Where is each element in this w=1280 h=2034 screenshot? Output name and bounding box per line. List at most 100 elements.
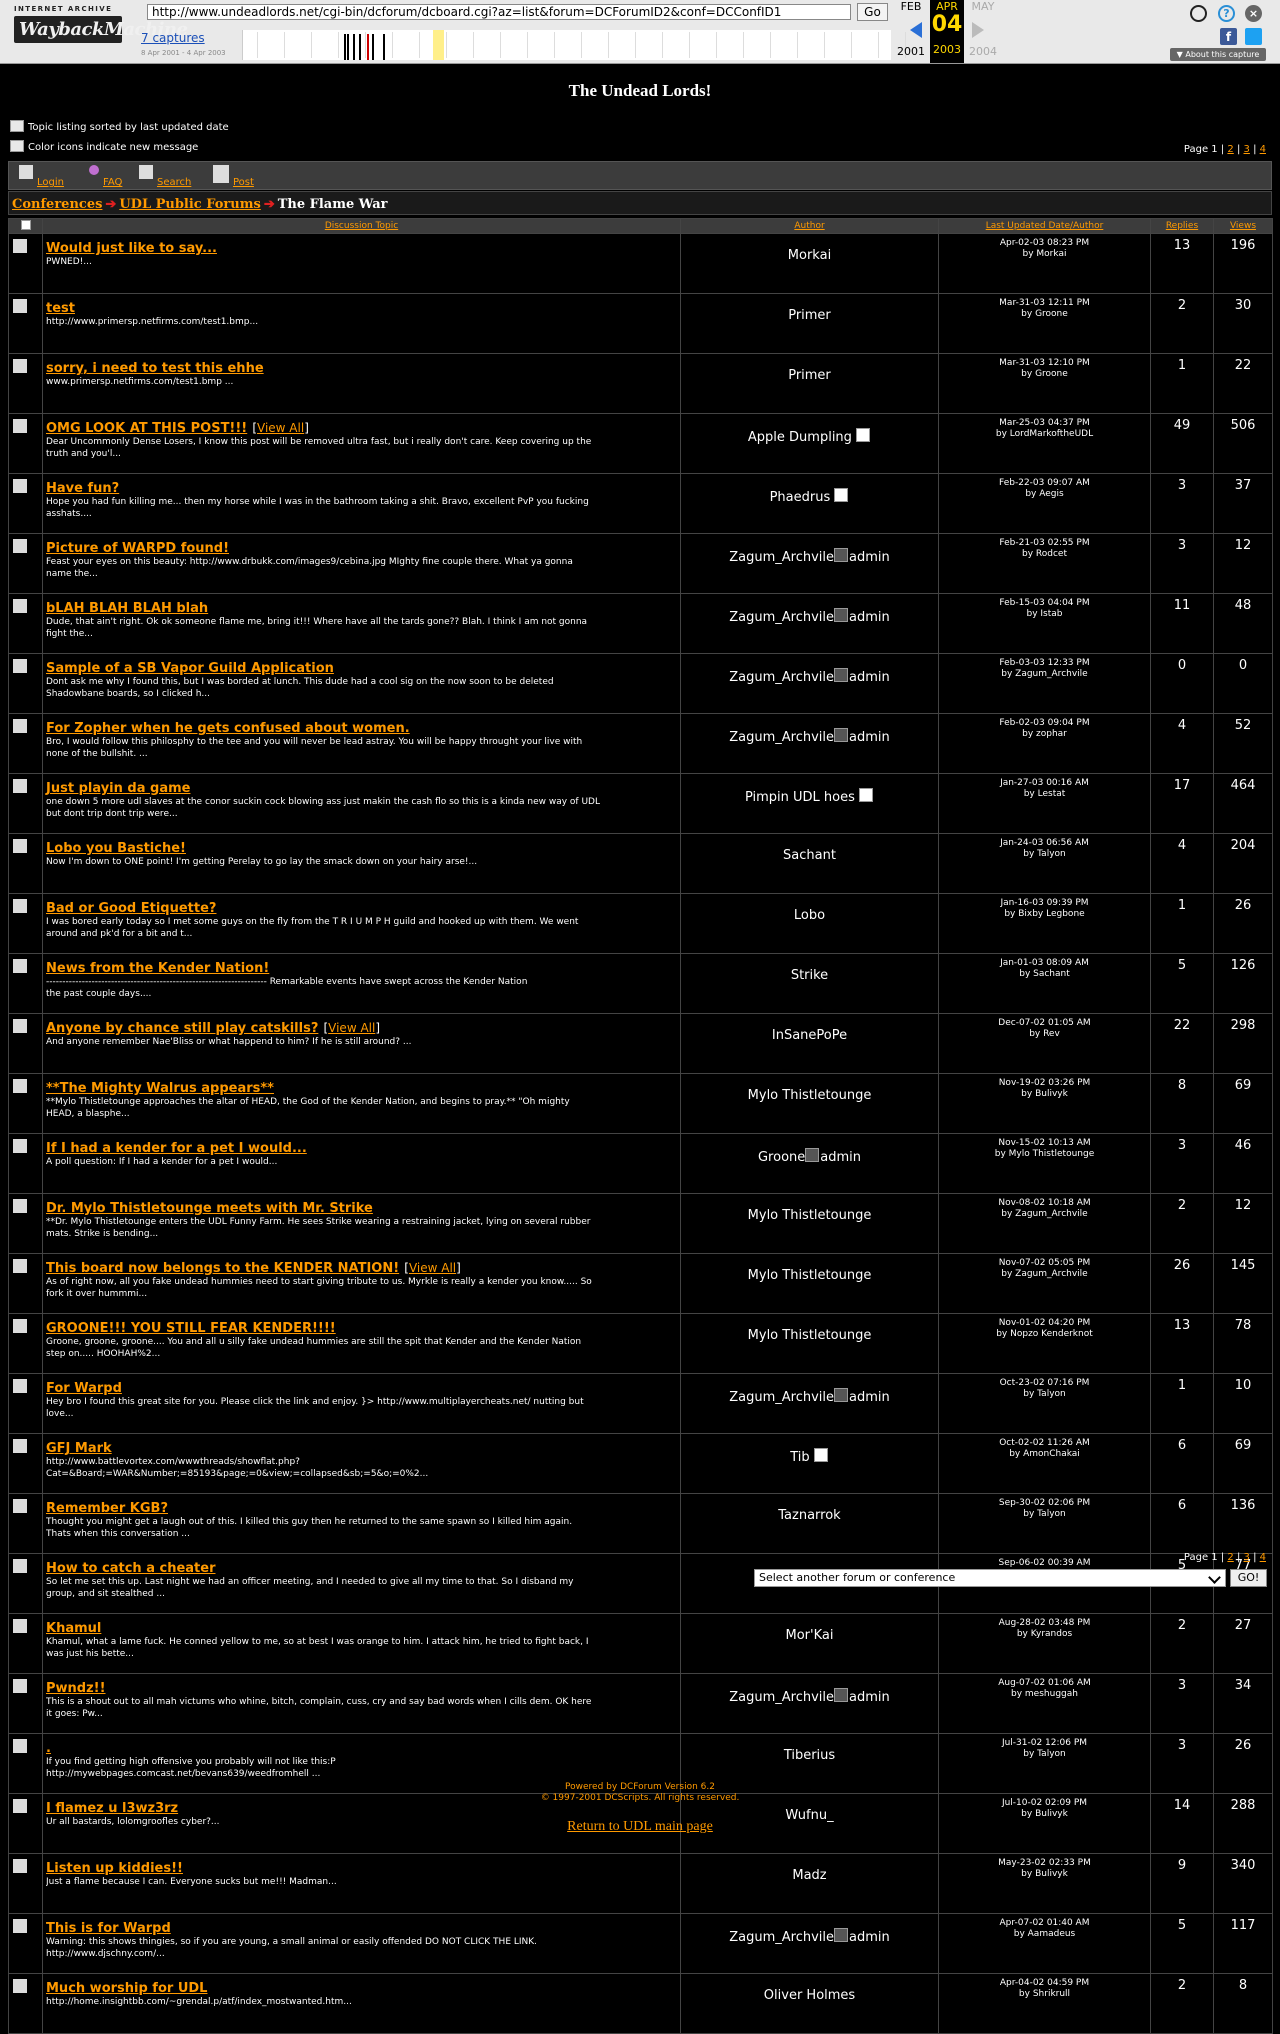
prev-arrow-icon[interactable]: [910, 22, 922, 38]
view-all-link[interactable]: View All: [409, 1261, 456, 1275]
post-link[interactable]: Post: [233, 177, 254, 188]
faq-link[interactable]: FAQ: [103, 177, 122, 188]
topic-cell: sorry, i need to test this ehhe www.prime…: [42, 353, 681, 414]
view-all-link[interactable]: View All: [328, 1021, 375, 1035]
topic-title-link[interactable]: GFJ Mark: [46, 1441, 112, 1456]
topic-excerpt: mats. Strike is bending...: [46, 1229, 159, 1239]
breadcrumb-conferences[interactable]: Conferences: [12, 197, 102, 212]
author-name: Taznarrok: [778, 1508, 841, 1523]
topic-title-link[interactable]: Anyone by chance still play catskills?: [46, 1021, 318, 1036]
wayback-logo[interactable]: INTERNET ARCHIVE WaybackMachine: [14, 5, 188, 55]
topic-cell: Would just like to say... PWNED!...: [42, 233, 681, 294]
topic-title-link[interactable]: Bad or Good Etiquette?: [46, 901, 216, 916]
topic-title-link[interactable]: How to catch a cheater: [46, 1561, 216, 1576]
page-link-2[interactable]: 2: [1227, 144, 1233, 155]
topic-title-link[interactable]: Remember KGB?: [46, 1501, 168, 1516]
search-link[interactable]: Search: [157, 177, 191, 188]
url-go-button[interactable]: Go: [857, 3, 888, 21]
col-last-updated[interactable]: Last Updated Date/Author: [986, 221, 1104, 231]
capture-bar[interactable]: [347, 34, 349, 60]
topic-title-link[interactable]: GROONE!!! YOU STILL FEAR KENDER!!!!: [46, 1321, 336, 1336]
topic-title-link[interactable]: Sample of a SB Vapor Guild Application: [46, 661, 334, 676]
topic-excerpt: but dont trip dont trip were...: [46, 809, 178, 819]
close-icon[interactable]: ×: [1245, 5, 1262, 22]
breadcrumb-public-forums[interactable]: UDL Public Forums: [119, 197, 260, 212]
views-cell: 126: [1213, 953, 1273, 1014]
topic-title-link[interactable]: Listen up kiddies!!: [46, 1861, 183, 1876]
post-tool[interactable]: Post: [213, 165, 254, 188]
faq-tool[interactable]: FAQ: [89, 165, 122, 188]
col-replies[interactable]: Replies: [1166, 221, 1198, 231]
page-link-4[interactable]: 4: [1260, 1552, 1266, 1563]
next-arrow-icon[interactable]: [972, 22, 984, 38]
twitter-icon[interactable]: [1245, 28, 1262, 45]
login-link[interactable]: Login: [37, 177, 64, 188]
topic-title-link[interactable]: News from the Kender Nation!: [46, 961, 269, 976]
topic-title-link[interactable]: Just playin da game: [46, 781, 190, 796]
url-input[interactable]: http://www.undeadlords.net/cgi-bin/dcfor…: [147, 4, 851, 20]
topic-excerpt: step on..... HOOHAH%2...: [46, 1349, 161, 1359]
capture-bar[interactable]: [367, 34, 369, 60]
col-views[interactable]: Views: [1230, 221, 1256, 231]
page-link-3[interactable]: 3: [1244, 1552, 1250, 1563]
prev-month-column[interactable]: FEB 2001: [894, 0, 928, 59]
col-topic[interactable]: Discussion Topic: [325, 221, 398, 231]
topic-row: If I had a kender for a pet I would... A …: [8, 1133, 1273, 1194]
collapse-toggle[interactable]: [8, 218, 43, 234]
sparkline-year-divider: [581, 32, 582, 58]
topic-title-link[interactable]: This board now belongs to the KENDER NAT…: [46, 1261, 399, 1276]
topic-status-icon: [13, 959, 27, 973]
topic-title-link[interactable]: **The Mighty Walrus appears**: [46, 1081, 274, 1096]
capture-sparkline[interactable]: [242, 30, 906, 60]
page-label: Page 1: [1183, 1552, 1218, 1563]
facebook-icon[interactable]: f: [1220, 28, 1237, 45]
topic-title-link[interactable]: Much worship for UDL: [46, 1981, 207, 1996]
topic-title-link[interactable]: sorry, i need to test this ehhe: [46, 361, 264, 376]
capture-bar[interactable]: [359, 34, 361, 60]
topic-title-link[interactable]: Dr. Mylo Thistletounge meets with Mr. St…: [46, 1201, 373, 1216]
search-tool[interactable]: Search: [139, 165, 191, 188]
topic-title-link[interactable]: OMG LOOK AT THIS POST!!!: [46, 421, 247, 436]
topic-title-link[interactable]: .: [46, 1741, 51, 1756]
topic-title-link[interactable]: Pwndz!!: [46, 1681, 106, 1696]
author-cell: Mylo Thistletounge: [680, 1193, 939, 1254]
capture-bar[interactable]: [383, 34, 385, 60]
capture-bar[interactable]: [372, 34, 374, 60]
views-cell: 46: [1213, 1133, 1273, 1194]
page-link-4[interactable]: 4: [1260, 144, 1266, 155]
topic-title-link[interactable]: For Warpd: [46, 1381, 122, 1396]
topic-title-link[interactable]: I flamez u l3wz3rz: [46, 1801, 178, 1816]
capture-bar[interactable]: [344, 34, 346, 60]
topic-title-link[interactable]: Lobo you Bastiche!: [46, 841, 186, 856]
login-tool[interactable]: Login: [19, 165, 64, 188]
topic-title-link[interactable]: test: [46, 301, 75, 316]
next-month-column[interactable]: MAY 2004: [966, 0, 1000, 59]
topic-title-link[interactable]: If I had a kender for a pet I would...: [46, 1141, 307, 1156]
topic-title-link[interactable]: This is for Warpd: [46, 1921, 171, 1936]
topic-title-link[interactable]: bLAH BLAH BLAH blah: [46, 601, 208, 616]
page-link-3[interactable]: 3: [1244, 144, 1250, 155]
page-link-2[interactable]: 2: [1227, 1552, 1233, 1563]
about-capture-button[interactable]: ▼ About this capture: [1170, 48, 1266, 61]
capture-bar[interactable]: [353, 34, 355, 60]
col-author[interactable]: Author: [794, 221, 824, 231]
topic-status-icon: [13, 1439, 27, 1453]
captures-link[interactable]: 7 captures: [141, 31, 205, 45]
topic-title-link[interactable]: Khamul: [46, 1621, 101, 1636]
admin-label: admin: [849, 550, 890, 565]
forum-go-button[interactable]: GO!: [1230, 1569, 1267, 1587]
sparkline-year-divider: [770, 32, 771, 58]
return-main-link[interactable]: Return to UDL main page: [567, 1819, 713, 1834]
view-all-link[interactable]: View All: [257, 421, 304, 435]
topic-title-link[interactable]: Would just like to say...: [46, 241, 217, 256]
help-icon[interactable]: ?: [1218, 5, 1235, 22]
forum-select[interactable]: Select another forum or conference: [754, 1569, 1226, 1587]
last-updated-cell: Jan-01-03 08:09 AM by Sachant: [938, 953, 1151, 1014]
topic-title-link[interactable]: Picture of WARPD found!: [46, 541, 229, 556]
topic-row: sorry, i need to test this ehhe www.prime…: [8, 353, 1273, 414]
topic-title-link[interactable]: Have fun?: [46, 481, 119, 496]
author-cell: Mor'Kai: [680, 1613, 939, 1674]
sort-note-icon: [10, 120, 24, 132]
topic-title-link[interactable]: For Zopher when he gets confused about w…: [46, 721, 410, 736]
user-icon[interactable]: [1190, 5, 1207, 22]
